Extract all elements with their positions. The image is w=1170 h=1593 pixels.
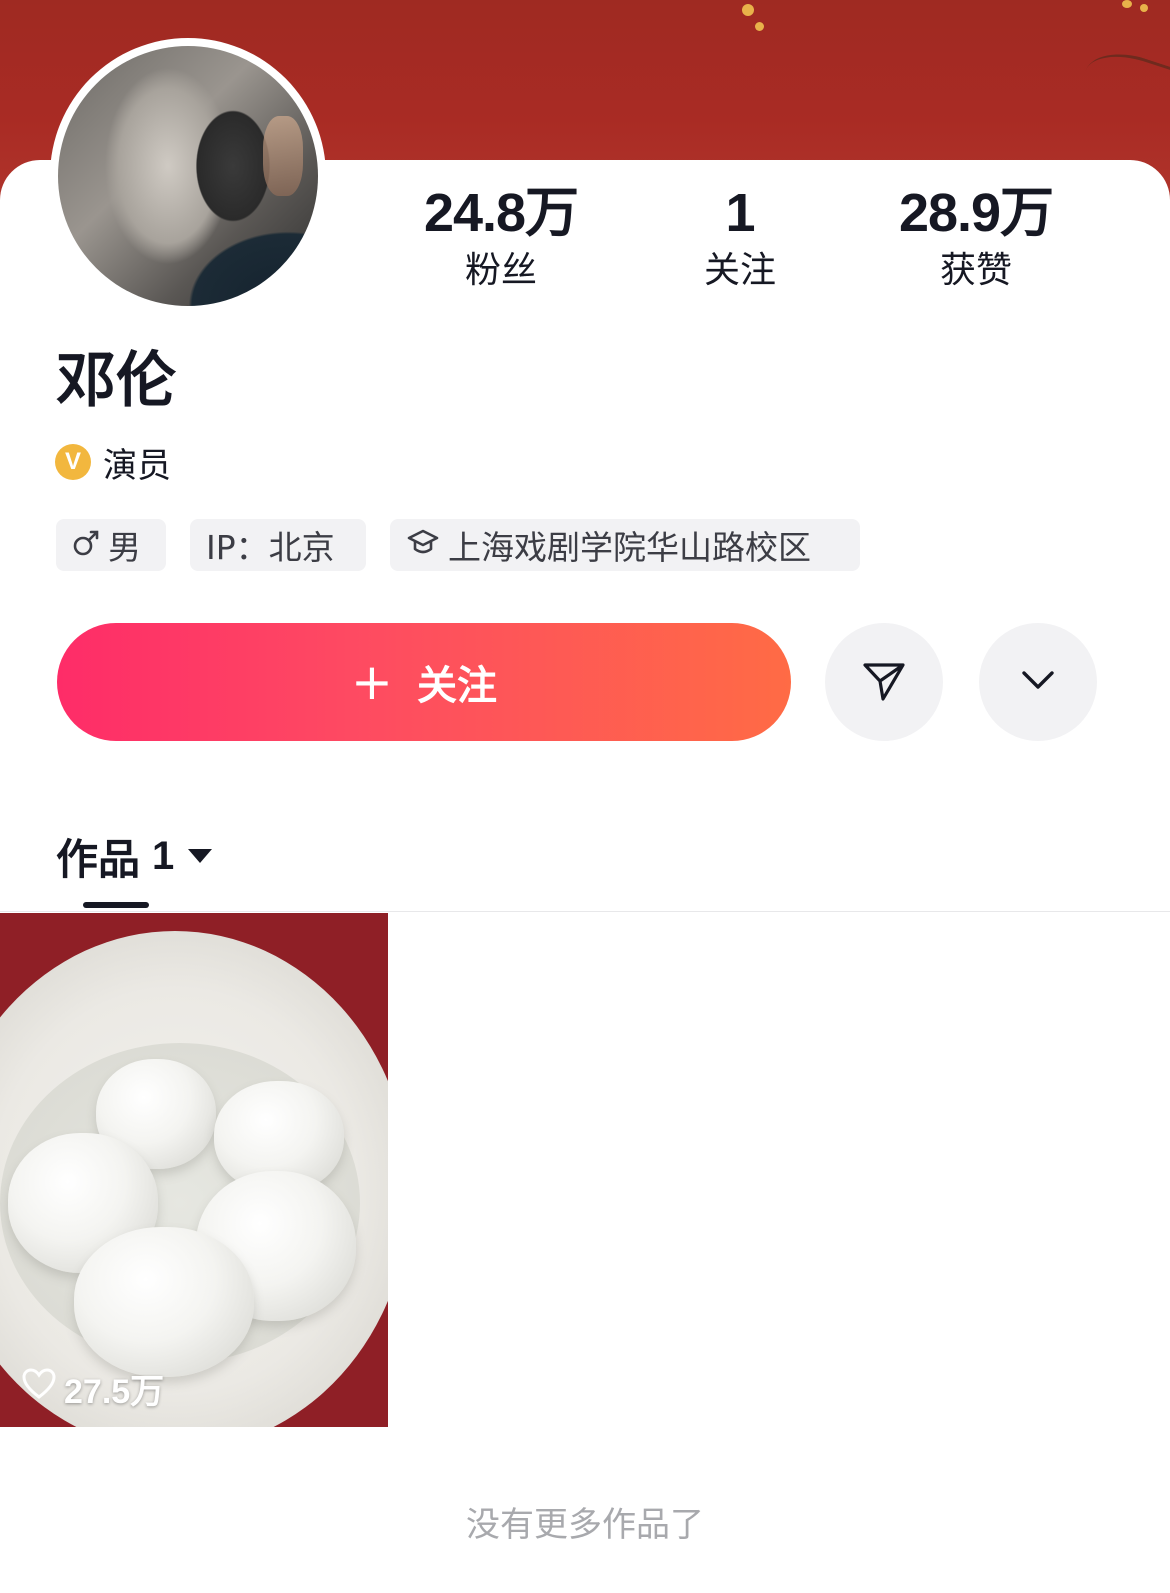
more-button[interactable]: [979, 623, 1097, 741]
tab-active-indicator: [83, 902, 149, 908]
heart-icon: [22, 1368, 64, 1409]
likes-count: 28.9万: [898, 183, 1054, 243]
follow-label: 关注: [416, 663, 497, 709]
video-thumbnail[interactable]: [0, 913, 388, 1427]
banner-blossom: [1122, 0, 1132, 8]
gender-label: 男: [108, 528, 141, 567]
no-more-works: 没有更多作品了: [466, 1505, 704, 1545]
video-likes: 27.5万: [22, 1364, 164, 1413]
stat-following[interactable]: 1 关注: [630, 183, 850, 297]
tag-ip: IP：北京: [190, 519, 366, 571]
following-label: 关注: [703, 250, 776, 291]
followers-label: 粉丝: [464, 250, 537, 291]
video-likes-count: 27.5万: [64, 1373, 165, 1411]
graduation-cap-icon: [406, 526, 440, 565]
school-label: 上海戏剧学院华山路校区: [448, 528, 811, 567]
stat-likes[interactable]: 28.9万 获赞: [866, 183, 1086, 297]
tabs-divider: [0, 911, 1170, 912]
tag-school[interactable]: 上海戏剧学院华山路校区: [390, 519, 860, 571]
stat-followers[interactable]: 24.8万 粉丝: [391, 183, 611, 297]
avatar-face: [263, 116, 303, 196]
tab-works[interactable]: 作品 1: [56, 826, 213, 886]
verification-label: 演员: [103, 445, 171, 486]
avatar[interactable]: [58, 46, 318, 306]
gender-male-icon: [72, 526, 100, 565]
likes-label: 获赞: [939, 250, 1012, 291]
message-button[interactable]: [825, 623, 943, 741]
following-count: 1: [725, 183, 755, 243]
banner-blossom: [1140, 4, 1148, 12]
banner-blossom: [755, 22, 764, 31]
thumbnail-dumpling: [74, 1227, 254, 1377]
chevron-down-icon: [1016, 658, 1060, 706]
profile-name: 邓伦: [56, 346, 176, 416]
banner-blossom: [742, 4, 754, 16]
banner-branch: [1079, 42, 1170, 118]
plus-icon: +: [351, 653, 393, 711]
send-icon: [859, 655, 909, 709]
verification-row: V 演员: [55, 440, 171, 486]
followers-count: 24.8万: [423, 183, 579, 243]
verified-badge-icon: V: [55, 444, 91, 480]
follow-button[interactable]: + 关注: [57, 623, 791, 741]
caret-down-icon: [188, 849, 213, 863]
tag-gender: 男: [56, 519, 166, 571]
works-tab-count: 1: [152, 833, 175, 878]
works-tab-label: 作品: [56, 834, 141, 884]
ip-label: IP：北京: [206, 528, 335, 567]
